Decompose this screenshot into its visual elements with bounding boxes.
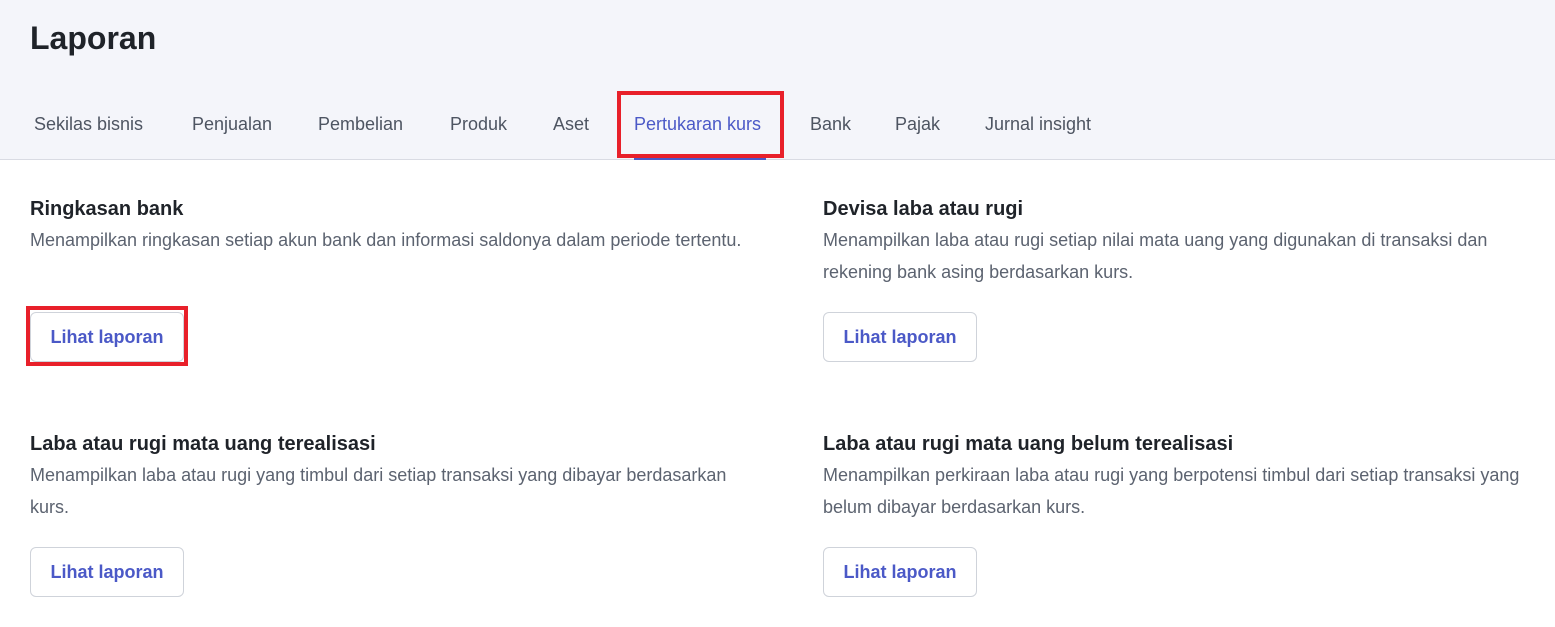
tab-aset[interactable]: Aset xyxy=(553,100,589,159)
tab-jurnal-insight[interactable]: Jurnal insight xyxy=(985,100,1091,159)
tab-penjualan[interactable]: Penjualan xyxy=(192,100,272,159)
card-title: Laba atau rugi mata uang belum terealisa… xyxy=(823,433,1234,455)
tab-produk[interactable]: Produk xyxy=(450,100,507,159)
card-description: Menampilkan ringkasan setiap akun bank d… xyxy=(30,230,742,250)
report-card-belum-terealisasi: Laba atau rugi mata uang belum terealisa… xyxy=(823,431,1543,523)
lihat-laporan-button-terealisasi[interactable]: Lihat laporan xyxy=(30,547,184,597)
card-description: Menampilkan laba atau rugi yang timbul d… xyxy=(30,465,727,517)
card-description: Menampilkan laba atau rugi setiap nilai … xyxy=(823,230,1488,282)
lihat-laporan-button-devisa-laba-rugi[interactable]: Lihat laporan xyxy=(823,312,977,362)
report-card-devisa-laba-rugi: Devisa laba atau rugi Menampilkan laba a… xyxy=(823,196,1543,288)
report-card-terealisasi: Laba atau rugi mata uang terealisasi Men… xyxy=(30,431,750,523)
card-title: Devisa laba atau rugi xyxy=(823,198,1024,220)
tab-pertukaran-kurs[interactable]: Pertukaran kurs xyxy=(634,100,766,160)
card-title: Ringkasan bank xyxy=(30,198,184,220)
tab-pembelian[interactable]: Pembelian xyxy=(318,100,403,159)
page-header: Laporan Sekilas bisnis Penjualan Pembeli… xyxy=(0,0,1555,160)
report-card-ringkasan-bank: Ringkasan bank Menampilkan ringkasan set… xyxy=(30,196,750,256)
lihat-laporan-button-ringkasan-bank[interactable]: Lihat laporan xyxy=(30,312,184,362)
tab-bank[interactable]: Bank xyxy=(810,100,851,159)
card-description: Menampilkan perkiraan laba atau rugi yan… xyxy=(823,465,1520,517)
tab-sekilas-bisnis[interactable]: Sekilas bisnis xyxy=(34,100,143,159)
page-title: Laporan xyxy=(30,20,157,56)
card-title: Laba atau rugi mata uang terealisasi xyxy=(30,433,376,455)
lihat-laporan-button-belum-terealisasi[interactable]: Lihat laporan xyxy=(823,547,977,597)
tab-pajak[interactable]: Pajak xyxy=(895,100,940,159)
